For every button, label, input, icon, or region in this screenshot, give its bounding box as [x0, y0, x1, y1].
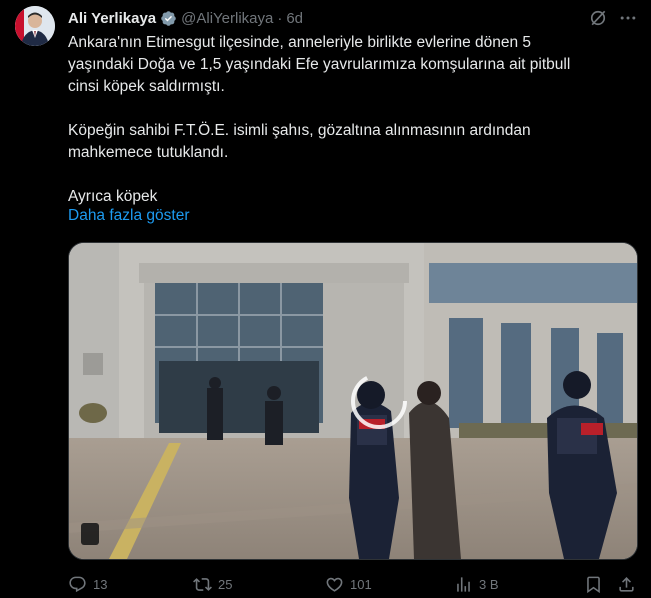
tweet[interactable]: Ali Yerlikaya @AliYerlikaya · 6d Ankara'…: [0, 0, 651, 598]
author-handle[interactable]: @AliYerlikaya: [181, 10, 273, 27]
reply-icon: [69, 576, 86, 592]
bookmark-icon: [587, 576, 600, 593]
bookmark-button[interactable]: [584, 572, 609, 596]
views-count: 3 B: [479, 576, 499, 592]
tweet-line: Ayrıca köpek: [68, 188, 158, 205]
grok-icon[interactable]: [588, 8, 608, 28]
share-icon: [619, 576, 634, 592]
tweet-line: Köpeğin sahibi F.T.Ö.E. isimli şahıs, gö…: [68, 122, 531, 139]
share-button[interactable]: [617, 572, 642, 596]
like-icon: [326, 577, 343, 592]
tweet-header: Ali Yerlikaya @AliYerlikaya · 6d: [68, 7, 303, 29]
action-bar: 13 25 101 3 B: [68, 572, 638, 596]
views-icon: [457, 576, 470, 592]
like-button[interactable]: 101: [325, 572, 372, 596]
separator-dot: ·: [277, 9, 283, 27]
verified-badge-icon: [161, 10, 176, 26]
retweet-icon: [193, 577, 212, 591]
author-name[interactable]: Ali Yerlikaya: [68, 10, 156, 27]
show-more-link[interactable]: Daha fazla göster: [68, 207, 190, 225]
tweet-line: mahkemece tutuklandı.: [68, 144, 229, 161]
retweet-count: 25: [218, 576, 233, 592]
more-icon[interactable]: [618, 8, 638, 28]
retweet-button[interactable]: 25: [193, 572, 232, 596]
reply-count: 13: [93, 576, 108, 592]
tweet-line: Ankara'nın Etimesgut ilçesinde, anneleri…: [68, 34, 532, 51]
tweet-line: yaşındaki Doğa ve 1,5 yaşındaki Efe yavr…: [68, 56, 571, 73]
like-count: 101: [350, 576, 372, 592]
avatar[interactable]: [15, 6, 55, 46]
video-player[interactable]: [68, 242, 638, 560]
tweet-text: Ankara'nın Etimesgut ilçesinde, anneleri…: [68, 32, 628, 208]
reply-button[interactable]: 13: [68, 572, 107, 596]
tweet-line: cinsi köpek saldırmıştı.: [68, 78, 225, 95]
timestamp[interactable]: 6d: [286, 10, 303, 27]
video-control-button: [81, 523, 99, 545]
views-button[interactable]: 3 B: [454, 572, 499, 596]
